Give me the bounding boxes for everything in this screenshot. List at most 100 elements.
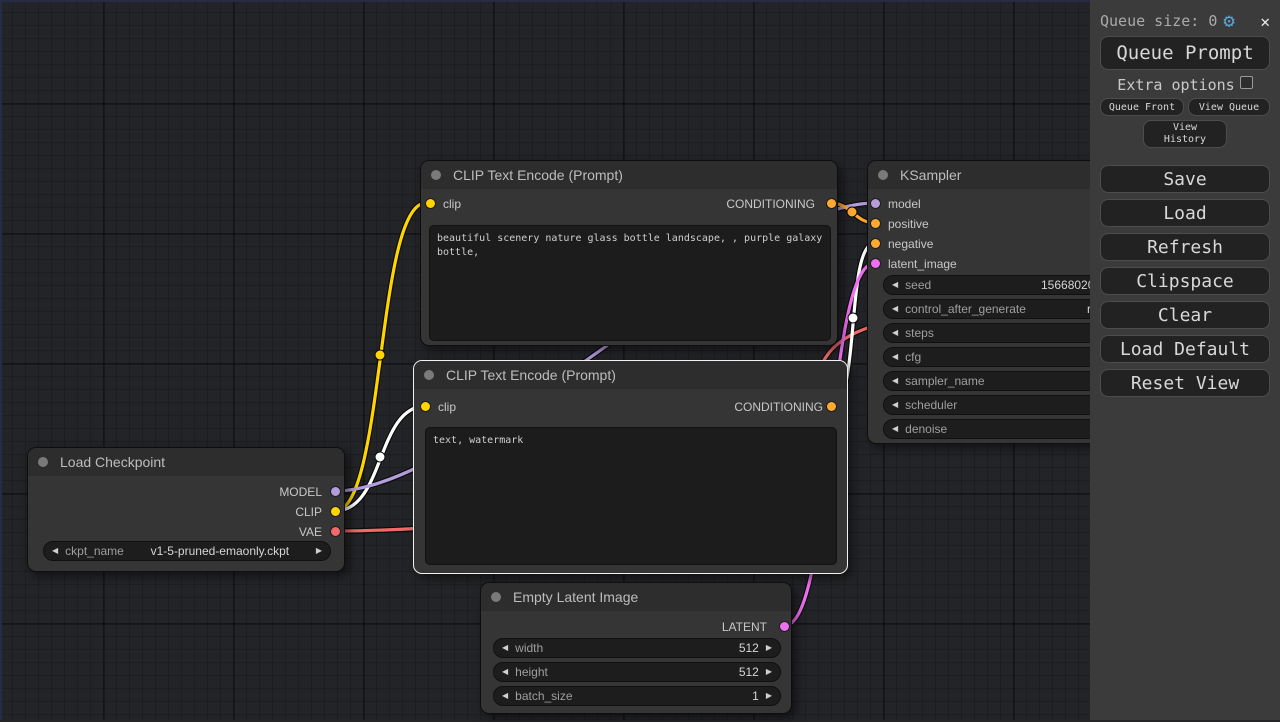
negative-prompt-textarea[interactable]: text, watermark — [425, 427, 837, 565]
widget-label: denoise — [905, 422, 948, 436]
node-title-bar[interactable]: Empty Latent Image — [481, 583, 791, 611]
comfy-menu-panel: Queue size: 0 ⚙ ✕ Queue Prompt Extra opt… — [1090, 0, 1280, 720]
widget-label: ckpt_name — [65, 544, 124, 558]
extra-options-row: Extra options — [1090, 75, 1280, 94]
widget-label: width — [515, 641, 544, 655]
input-label-model: model — [888, 197, 921, 211]
widget-value: 512 — [738, 641, 759, 655]
node-title-bar[interactable]: CLIP Text Encode (Prompt) — [414, 361, 847, 389]
output-label-vae: VAE — [298, 525, 322, 539]
load-button[interactable]: Load — [1100, 199, 1270, 227]
input-port-clip[interactable] — [421, 402, 430, 411]
decrement-arrow-icon[interactable]: ◀ — [502, 662, 508, 682]
collapse-dot-icon[interactable] — [491, 592, 501, 602]
queue-status-row: Queue size: 0 ⚙ ✕ — [1100, 10, 1270, 32]
node-empty-latent-image: Empty Latent Image LATENT ◀ width 512 ▶ … — [480, 582, 792, 714]
input-port-model[interactable] — [871, 199, 880, 208]
save-button[interactable]: Save — [1100, 165, 1270, 193]
collapse-dot-icon[interactable] — [878, 170, 888, 180]
widget-label: height — [515, 665, 548, 679]
node-clip-text-encode-positive: CLIP Text Encode (Prompt) clip CONDITION… — [420, 160, 838, 346]
input-label-latent-image: latent_image — [888, 257, 957, 271]
input-port-positive[interactable] — [871, 219, 880, 228]
output-label-conditioning: CONDITIONING — [726, 197, 815, 211]
close-icon[interactable]: ✕ — [1260, 12, 1270, 31]
widget-label: cfg — [905, 350, 922, 364]
widget-label: batch_size — [515, 689, 573, 703]
link-dot-clip-negative — [374, 451, 386, 463]
widget-label: steps — [905, 326, 934, 340]
input-label-positive: positive — [888, 217, 929, 231]
node-title-bar[interactable]: Load Checkpoint — [28, 448, 344, 476]
widget-value: v1-5-pruned-emaonly.ckpt — [150, 544, 290, 558]
next-arrow-icon[interactable]: ▶ — [316, 541, 322, 561]
widget-value: 1 — [752, 689, 759, 703]
node-title: CLIP Text Encode (Prompt) — [446, 367, 616, 383]
decrement-arrow-icon[interactable]: ◀ — [892, 347, 898, 367]
output-label-model: MODEL — [279, 485, 322, 499]
link-dot-negative-cond — [847, 312, 859, 324]
queue-prompt-button[interactable]: Queue Prompt — [1100, 36, 1270, 70]
output-port-clip[interactable] — [331, 507, 340, 516]
clipspace-button[interactable]: Clipspace — [1100, 267, 1270, 295]
widget-label: control_after_generate — [905, 302, 1026, 316]
input-port-negative[interactable] — [871, 239, 880, 248]
collapse-dot-icon[interactable] — [38, 457, 48, 467]
output-label-clip: CLIP — [295, 505, 322, 519]
queue-size-label: Queue size: 0 — [1100, 12, 1218, 30]
input-label-negative: negative — [888, 237, 934, 251]
reset-view-button[interactable]: Reset View — [1100, 369, 1270, 397]
node-title-bar[interactable]: CLIP Text Encode (Prompt) — [421, 161, 837, 189]
input-port-latent-image[interactable] — [871, 259, 880, 268]
decrement-arrow-icon[interactable]: ◀ — [502, 638, 508, 658]
output-label-latent: LATENT — [721, 620, 767, 634]
decrement-arrow-icon[interactable]: ◀ — [892, 299, 898, 319]
view-queue-button[interactable]: View Queue — [1188, 98, 1270, 116]
widget-batch-size[interactable]: ◀ batch_size 1 ▶ — [493, 686, 781, 706]
increment-arrow-icon[interactable]: ▶ — [766, 638, 772, 658]
refresh-button[interactable]: Refresh — [1100, 233, 1270, 261]
node-title: KSampler — [900, 167, 962, 183]
extra-options-checkbox[interactable] — [1239, 75, 1253, 89]
widget-height[interactable]: ◀ height 512 ▶ — [493, 662, 781, 682]
widget-label: seed — [905, 278, 932, 292]
input-label-clip: clip — [438, 400, 457, 414]
queue-front-button[interactable]: Queue Front — [1100, 98, 1184, 116]
decrement-arrow-icon[interactable]: ◀ — [892, 323, 898, 343]
widget-ckpt-name[interactable]: ◀ ckpt_name v1-5-pruned-emaonly.ckpt ▶ — [43, 541, 331, 561]
node-load-checkpoint: Load Checkpoint MODEL CLIP VAE ◀ ckpt_na… — [27, 447, 345, 572]
node-title: CLIP Text Encode (Prompt) — [453, 167, 623, 183]
increment-arrow-icon[interactable]: ▶ — [766, 686, 772, 706]
clear-button[interactable]: Clear — [1100, 301, 1270, 329]
link-dot-positive-cond — [846, 206, 858, 218]
output-port-latent[interactable] — [780, 622, 789, 631]
positive-prompt-textarea[interactable]: beautiful scenery nature glass bottle la… — [429, 225, 831, 341]
input-label-clip: clip — [443, 197, 462, 211]
decrement-arrow-icon[interactable]: ◀ — [892, 275, 898, 295]
output-port-model[interactable] — [331, 487, 340, 496]
decrement-arrow-icon[interactable]: ◀ — [892, 419, 898, 439]
output-port-vae[interactable] — [331, 527, 340, 536]
link-dot-clip-positive — [374, 349, 386, 361]
extra-options-label: Extra options — [1117, 76, 1235, 94]
settings-gear-icon[interactable]: ⚙ — [1223, 11, 1234, 31]
node-title: Load Checkpoint — [60, 454, 166, 470]
decrement-arrow-icon[interactable]: ◀ — [502, 686, 508, 706]
increment-arrow-icon[interactable]: ▶ — [766, 662, 772, 682]
decrement-arrow-icon[interactable]: ◀ — [892, 371, 898, 391]
widget-label: scheduler — [905, 398, 958, 412]
widget-value: 512 — [738, 665, 759, 679]
node-clip-text-encode-negative: CLIP Text Encode (Prompt) clip CONDITION… — [413, 360, 848, 574]
load-default-button[interactable]: Load Default — [1100, 335, 1270, 363]
collapse-dot-icon[interactable] — [424, 370, 434, 380]
output-port-conditioning[interactable] — [827, 199, 836, 208]
input-port-clip[interactable] — [426, 199, 435, 208]
view-history-button[interactable]: View History — [1143, 120, 1227, 148]
decrement-arrow-icon[interactable]: ◀ — [892, 395, 898, 415]
widget-width[interactable]: ◀ width 512 ▶ — [493, 638, 781, 658]
output-port-conditioning[interactable] — [827, 402, 836, 411]
prev-arrow-icon[interactable]: ◀ — [52, 541, 58, 561]
node-title: Empty Latent Image — [513, 589, 639, 605]
node-graph-canvas[interactable]: CLIP Text Encode (Prompt) clip CONDITION… — [0, 0, 1280, 720]
collapse-dot-icon[interactable] — [431, 170, 441, 180]
